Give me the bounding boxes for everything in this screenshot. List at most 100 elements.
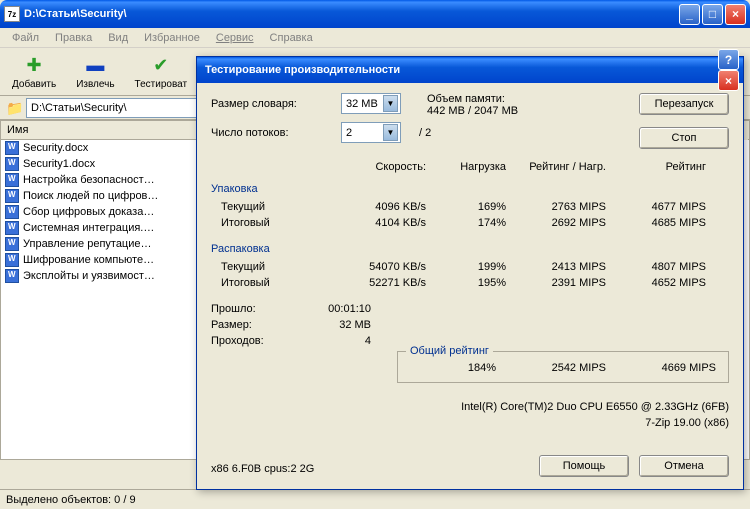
version-line: 7-Zip 19.00 (x86) — [461, 417, 729, 429]
document-icon — [5, 173, 19, 187]
packing-current-usage: 169% — [426, 201, 506, 213]
window-title: D:\Статьи\Security\ — [24, 8, 679, 20]
document-icon — [5, 269, 19, 283]
packing-current-label: Текущий — [211, 201, 331, 213]
size-value: 32 MB — [291, 319, 371, 331]
packing-title: Упаковка — [211, 183, 729, 195]
file-name: Системная интеграция.… — [23, 222, 154, 234]
memory-label: Объем памяти: — [427, 93, 518, 105]
elapsed-value: 00:01:10 — [291, 303, 371, 315]
elapsed-block: Прошло: 00:01:10 Размер: 32 MB Проходов:… — [211, 303, 729, 347]
help-button[interactable]: Помощь — [539, 455, 629, 477]
file-name: Настройка безопасност… — [23, 174, 155, 186]
cpu-line: Intel(R) Core(TM)2 Duo CPU E6550 @ 2.33G… — [461, 401, 729, 413]
packing-total-usage: 174% — [426, 217, 506, 229]
dict-select[interactable]: 32 MB ▼ — [341, 93, 401, 114]
file-name: Security.docx — [23, 142, 88, 154]
dict-label: Размер словаря: — [211, 98, 341, 110]
unpacking-current-usage: 199% — [426, 261, 506, 273]
folder-icon: 📁 — [6, 100, 22, 116]
document-icon — [5, 141, 19, 155]
statusbar: Выделено объектов: 0 / 9 — [0, 489, 750, 509]
file-name: Шифрование компьюте… — [23, 254, 154, 266]
packing-current-rating-usage: 2763 MIPS — [506, 201, 606, 213]
document-icon — [5, 237, 19, 251]
test-button[interactable]: ✔ Тестироват — [129, 51, 194, 92]
close-button[interactable]: × — [725, 4, 746, 25]
menu-favorites[interactable]: Избранное — [138, 30, 206, 46]
packing-total-rating: 4685 MIPS — [606, 217, 706, 229]
file-name: Эксплойты и уязвимост… — [23, 270, 155, 282]
packing-current-rating: 4677 MIPS — [606, 201, 706, 213]
threads-label: Число потоков: — [211, 127, 341, 139]
header-speed: Скорость: — [331, 161, 426, 173]
unpacking-group: Распаковка Текущий 54070 KB/s 199% 2413 … — [211, 243, 729, 289]
document-icon — [5, 157, 19, 171]
maximize-button[interactable]: □ — [702, 4, 723, 25]
main-titlebar: 7z D:\Статьи\Security\ _ □ × — [0, 0, 750, 28]
file-name: Управление репутацие… — [23, 238, 152, 250]
cpu-signature: x86 6.F0B cpus:2 2G — [211, 463, 314, 475]
memory-value: 442 MB / 2047 MB — [427, 105, 518, 117]
stop-button[interactable]: Стоп — [639, 127, 729, 149]
unpacking-current-label: Текущий — [211, 261, 331, 273]
unpacking-total-rating: 4652 MIPS — [606, 277, 706, 289]
menu-view[interactable]: Вид — [102, 30, 134, 46]
passes-value: 4 — [291, 335, 371, 347]
chevron-down-icon: ▼ — [383, 95, 398, 112]
menubar: Файл Правка Вид Избранное Сервис Справка — [0, 28, 750, 48]
extract-button[interactable]: ▬ Извлечь — [70, 51, 120, 92]
unpacking-title: Распаковка — [211, 243, 729, 255]
benchmark-dialog: Тестирование производительности ? × Разм… — [196, 56, 744, 490]
packing-current-speed: 4096 KB/s — [331, 201, 426, 213]
passes-label: Проходов: — [211, 335, 291, 347]
document-icon — [5, 253, 19, 267]
packing-total-rating-usage: 2692 MIPS — [506, 217, 606, 229]
threads-select[interactable]: 2 ▼ — [341, 122, 401, 143]
overall-title: Общий рейтинг — [406, 345, 493, 357]
threads-value: 2 — [346, 127, 352, 139]
document-icon — [5, 205, 19, 219]
unpacking-current-speed: 54070 KB/s — [331, 261, 426, 273]
overall-group: Общий рейтинг 184% 2542 MIPS 4669 MIPS — [397, 351, 729, 383]
plus-icon: ✚ — [22, 53, 46, 77]
size-label: Размер: — [211, 319, 291, 331]
restart-button[interactable]: Перезапуск — [639, 93, 729, 115]
app-icon: 7z — [4, 6, 20, 22]
unpacking-current-rating: 4807 MIPS — [606, 261, 706, 273]
minimize-button[interactable]: _ — [679, 4, 700, 25]
unpacking-total-label: Итоговый — [211, 277, 331, 289]
overall-rating-usage: 2542 MIPS — [496, 362, 606, 374]
cancel-button[interactable]: Отмена — [639, 455, 729, 477]
packing-group: Упаковка Текущий 4096 KB/s 169% 2763 MIP… — [211, 183, 729, 229]
threads-suffix: / 2 — [419, 127, 431, 139]
results-header: Скорость: Нагрузка Рейтинг / Нагр. Рейти… — [211, 161, 729, 173]
unpacking-current-rating-usage: 2413 MIPS — [506, 261, 606, 273]
add-label: Добавить — [12, 79, 56, 90]
menu-edit[interactable]: Правка — [49, 30, 98, 46]
dialog-titlebar: Тестирование производительности ? × — [197, 57, 743, 83]
elapsed-label: Прошло: — [211, 303, 291, 315]
status-text: Выделено объектов: 0 / 9 — [6, 494, 136, 506]
chevron-down-icon: ▼ — [383, 124, 398, 141]
header-rating: Рейтинг — [606, 161, 706, 173]
header-rating-usage: Рейтинг / Нагр. — [506, 161, 606, 173]
add-button[interactable]: ✚ Добавить — [6, 51, 62, 92]
dialog-help-button[interactable]: ? — [718, 49, 739, 70]
menu-service[interactable]: Сервис — [210, 30, 260, 46]
menu-help[interactable]: Справка — [264, 30, 319, 46]
packing-total-speed: 4104 KB/s — [331, 217, 426, 229]
packing-total-label: Итоговый — [211, 217, 331, 229]
file-name: Сбор цифровых доказа… — [23, 206, 154, 218]
extract-label: Извлечь — [76, 79, 114, 90]
document-icon — [5, 189, 19, 203]
overall-rating: 4669 MIPS — [606, 362, 716, 374]
file-name: Поиск людей по цифров… — [23, 190, 158, 202]
test-label: Тестироват — [135, 79, 188, 90]
memory-info: Объем памяти: 442 MB / 2047 MB — [427, 93, 518, 117]
minus-icon: ▬ — [83, 53, 107, 77]
menu-file[interactable]: Файл — [6, 30, 45, 46]
unpacking-total-speed: 52271 KB/s — [331, 277, 426, 289]
check-icon: ✔ — [149, 53, 173, 77]
unpacking-total-usage: 195% — [426, 277, 506, 289]
